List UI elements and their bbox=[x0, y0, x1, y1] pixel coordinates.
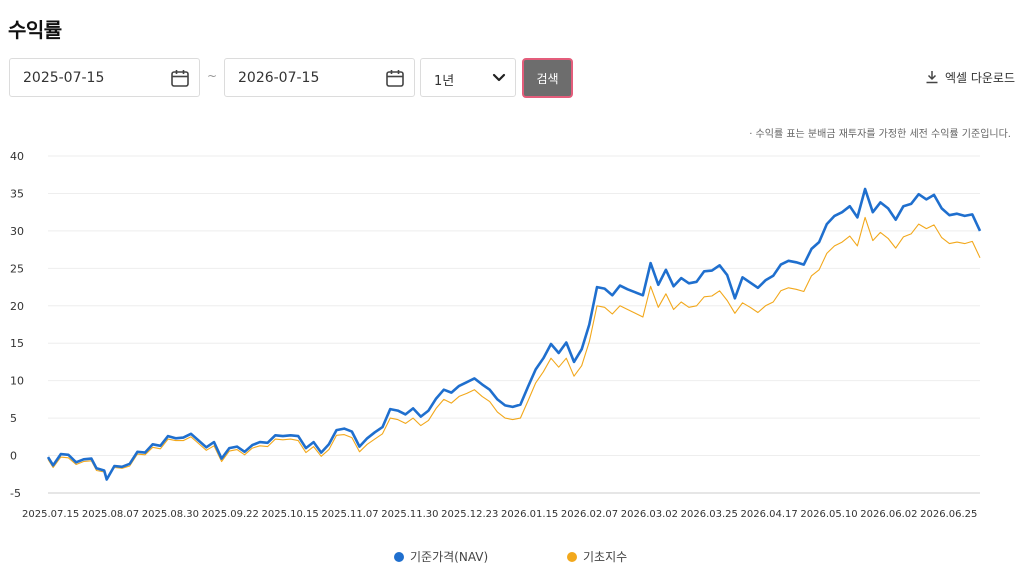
x-tick-label: 2026.04.17 bbox=[741, 509, 798, 520]
search-button[interactable]: 검색 bbox=[522, 58, 573, 98]
legend-label-nav: 기준가격(NAV) bbox=[410, 550, 489, 564]
legend-marker-nav bbox=[394, 551, 404, 562]
series-line-nav bbox=[46, 187, 982, 481]
start-date-value: 2025-07-15 bbox=[23, 70, 105, 86]
end-date-field[interactable]: 2026-07-15 bbox=[224, 58, 415, 97]
download-icon bbox=[926, 71, 938, 84]
y-tick-label: 25 bbox=[10, 262, 24, 275]
y-tick-label: 20 bbox=[10, 300, 24, 313]
start-date-field[interactable]: 2025-07-15 bbox=[9, 58, 200, 97]
y-tick-label: 10 bbox=[10, 375, 24, 388]
end-date-value: 2026-07-15 bbox=[238, 70, 320, 86]
x-tick-label: 2026.06.02 bbox=[860, 509, 917, 520]
period-value: 1년 bbox=[434, 74, 455, 89]
x-tick-label: 2025.07.15 bbox=[22, 509, 79, 520]
return-chart: -50510152025303540 2025.07.15 2025.08.07 2… bbox=[10, 150, 982, 520]
x-tick-label: 2025.11.07 bbox=[321, 509, 378, 520]
x-axis: 2025.07.15 2025.08.07 2025.08.30 2025.09.22… bbox=[22, 509, 977, 520]
x-tick-label: 2026.05.10 bbox=[800, 509, 857, 520]
calendar-icon[interactable] bbox=[170, 68, 190, 88]
y-tick-label: 15 bbox=[10, 337, 24, 350]
date-separator: ~ bbox=[207, 69, 218, 83]
x-tick-label: 2025.08.30 bbox=[142, 509, 199, 520]
chart-series bbox=[46, 187, 982, 481]
excel-download-label: 엑셀 다운로드 bbox=[944, 70, 1015, 85]
x-tick-label: 2025.12.23 bbox=[441, 509, 498, 520]
excel-download-button[interactable]: 엑셀 다운로드 bbox=[925, 67, 1015, 87]
x-tick-label: 2025.09.22 bbox=[202, 509, 259, 520]
series-line-index bbox=[47, 216, 981, 479]
legend-marker-index bbox=[567, 551, 577, 562]
y-tick-label: 40 bbox=[10, 150, 24, 163]
x-tick-label: 2025.11.30 bbox=[381, 509, 438, 520]
legend-label-index: 기초지수 bbox=[583, 550, 628, 564]
x-tick-label: 2025.08.07 bbox=[82, 509, 139, 520]
chart-grid bbox=[48, 155, 980, 494]
x-tick-label: 2026.03.25 bbox=[681, 509, 738, 520]
x-tick-label: 2026.06.25 bbox=[920, 509, 977, 520]
chart-legend: 기준가격(NAV) 기초지수 bbox=[0, 548, 1024, 568]
y-tick-label: 0 bbox=[10, 450, 17, 463]
filter-bar: 2025-07-15 ~ 2026-07-15 1년 검색 엑셀 다운로드 bbox=[9, 58, 1015, 98]
chevron-down-icon bbox=[492, 73, 506, 82]
period-select[interactable]: 1년 bbox=[420, 58, 516, 97]
calendar-icon[interactable] bbox=[385, 68, 405, 88]
legend-item-index[interactable]: 기초지수 bbox=[567, 548, 627, 565]
page-title: 수익률 bbox=[8, 18, 62, 42]
x-tick-label: 2026.02.07 bbox=[561, 509, 618, 520]
y-tick-label: 30 bbox=[10, 225, 24, 238]
x-tick-label: 2026.03.02 bbox=[621, 509, 678, 520]
y-tick-label: -5 bbox=[10, 487, 21, 500]
y-axis: -5 0 5 10 15 20 25 30 35 40 bbox=[10, 150, 24, 500]
y-tick-label: 5 bbox=[10, 412, 17, 425]
x-tick-label: 2026.01.15 bbox=[501, 509, 558, 520]
x-tick-label: 2025.10.15 bbox=[262, 509, 319, 520]
return-basis-note: · 수익률 표는 분배금 재투자를 가정한 세전 수익률 기준입니다. bbox=[749, 129, 1011, 140]
y-tick-label: 35 bbox=[10, 187, 24, 200]
legend-item-nav[interactable]: 기준가격(NAV) bbox=[394, 548, 488, 565]
